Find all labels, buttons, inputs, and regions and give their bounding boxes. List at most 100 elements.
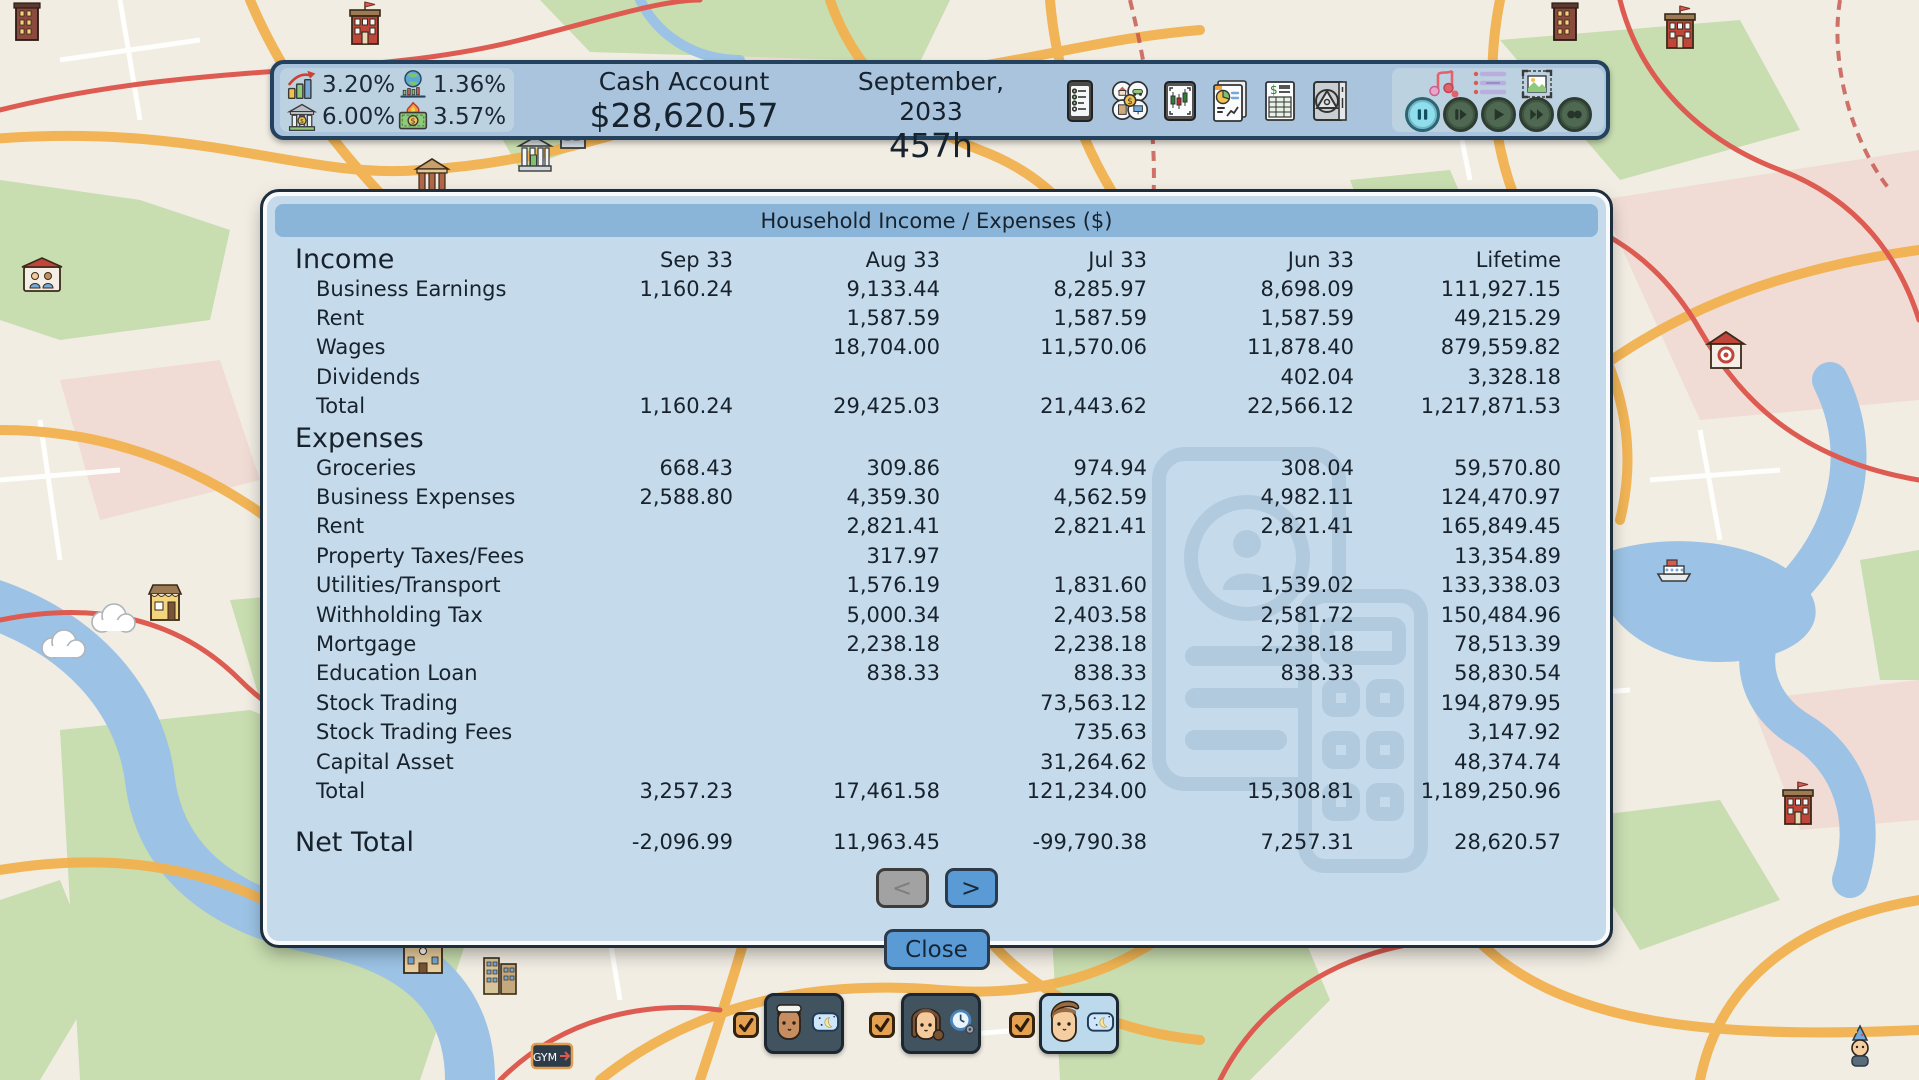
infinite-play-button[interactable] (1557, 97, 1592, 132)
row-value: 58,830.54 (1354, 661, 1561, 685)
row-label: Mortgage (295, 632, 526, 656)
row-value: 8,698.09 (1147, 277, 1354, 301)
row-value: 31,264.62 (940, 750, 1147, 774)
table-row: Property Taxes/Fees317.9713,354.89 (295, 541, 1561, 570)
table-row: Stock Trading Fees735.633,147.92 (295, 717, 1561, 746)
section-header: Income (295, 246, 526, 274)
row-value: 308.04 (1147, 456, 1354, 480)
row-label: Business Expenses (295, 485, 526, 509)
todo-phone-icon[interactable] (1058, 77, 1102, 125)
row-value: 15,308.81 (1147, 779, 1354, 803)
play-button[interactable] (1481, 97, 1516, 132)
row-label: Rent (295, 306, 526, 330)
column-header (526, 451, 733, 453)
fast-forward-button[interactable] (1519, 97, 1554, 132)
poi-community-icon[interactable] (20, 255, 64, 295)
row-value: 838.33 (940, 661, 1147, 685)
row-value: 111,927.15 (1354, 277, 1561, 301)
column-header (733, 451, 940, 453)
poi-shop-icon[interactable] (1705, 328, 1747, 372)
next-page-button[interactable]: > (945, 868, 998, 908)
column-header: Jul 33 (940, 249, 1147, 274)
poi-ship-icon[interactable] (1650, 548, 1698, 588)
character-card[interactable] (901, 993, 981, 1054)
market-stats-panel: 3.20%1.36%$6.00%$3.57% (280, 68, 514, 132)
row-value: 2,238.18 (1147, 632, 1354, 656)
playlist-icon[interactable] (1471, 68, 1509, 100)
table-row: Dividends402.043,328.18 (295, 362, 1561, 391)
poi-store-icon[interactable] (145, 580, 185, 624)
poi-cloud-icon[interactable] (36, 628, 90, 662)
nav-icon-row: $$ (1058, 68, 1370, 134)
row-value: 1,160.24 (526, 277, 733, 301)
character-card[interactable] (1039, 993, 1119, 1054)
row-value: 1,217,871.53 (1354, 394, 1561, 418)
young-man-portrait (1044, 999, 1084, 1049)
character-card[interactable] (764, 993, 844, 1054)
poi-building-icon[interactable] (10, 0, 44, 42)
row-value: 2,821.41 (940, 514, 1147, 538)
stat-value: 6.00% (322, 104, 395, 130)
hours-remaining: 457h (826, 127, 1036, 165)
net-total-label: Net Total (295, 827, 526, 858)
character-checkbox[interactable] (869, 1012, 895, 1038)
table-row: Education Loan838.33838.33838.3358,830.5… (295, 659, 1561, 688)
row-value: 2,821.41 (1147, 514, 1354, 538)
row-value: 150,484.96 (1354, 603, 1561, 627)
assets-icon[interactable]: $ (1108, 77, 1152, 125)
row-value: 1,539.02 (1147, 573, 1354, 597)
income-expenses-table: IncomeSep 33Aug 33Jul 33Jun 33LifetimeBu… (295, 242, 1561, 859)
poi-party-icon[interactable] (1842, 1024, 1878, 1068)
row-value: 2,588.80 (526, 485, 733, 509)
close-button[interactable]: Close (884, 929, 990, 970)
table-row: Groceries668.43309.86974.94308.0459,570.… (295, 453, 1561, 482)
income-expenses-dialog: Household Income / Expenses ($) IncomeSe… (263, 192, 1610, 945)
poi-cloud-icon[interactable] (86, 602, 140, 636)
pause-button[interactable] (1405, 97, 1440, 132)
almanac-icon[interactable] (1308, 77, 1352, 125)
poi-hotel-icon[interactable] (345, 0, 385, 48)
row-value: 121,234.00 (940, 779, 1147, 803)
screenshot-icon[interactable] (1518, 68, 1556, 100)
row-label: Stock Trading (295, 691, 526, 715)
table-row: Withholding Tax5,000.342,403.582,581.721… (295, 600, 1561, 629)
svg-text:GYM: GYM (533, 1051, 557, 1064)
dialog-title: Household Income / Expenses ($) (275, 204, 1598, 237)
music-icon[interactable] (1424, 68, 1462, 100)
svg-text:$: $ (410, 117, 415, 126)
row-value: 4,982.11 (1147, 485, 1354, 509)
prev-page-button[interactable]: < (876, 868, 929, 908)
bills-icon[interactable]: $ (1258, 77, 1302, 125)
table-row: Mortgage2,238.182,238.182,238.1878,513.3… (295, 629, 1561, 658)
poi-hotel-icon[interactable] (1778, 780, 1818, 828)
row-value: 124,470.97 (1354, 485, 1561, 509)
cash-account-value: $28,620.57 (582, 97, 786, 135)
media-panel (1392, 68, 1604, 132)
stat-item: $6.00% (286, 101, 397, 133)
row-value: 1,587.59 (733, 306, 940, 330)
row-label: Withholding Tax (295, 603, 526, 627)
poi-building-icon[interactable] (1548, 0, 1582, 42)
column-header: Aug 33 (733, 249, 940, 274)
row-label: Wages (295, 335, 526, 359)
stat-value: 3.20% (322, 72, 395, 98)
table-row: Stock Trading73,563.12194,879.95 (295, 688, 1561, 717)
row-value: 838.33 (1147, 661, 1354, 685)
row-label: Dividends (295, 365, 526, 389)
poi-hotel-icon[interactable] (1660, 4, 1700, 52)
character-checkbox[interactable] (733, 1012, 759, 1038)
stock-market-icon[interactable] (1158, 77, 1202, 125)
report-icon[interactable] (1208, 77, 1252, 125)
stat-item: 1.36% (397, 69, 508, 101)
table-row: Business Expenses2,588.804,359.304,562.5… (295, 482, 1561, 511)
row-label: Property Taxes/Fees (295, 544, 526, 568)
play-pause-button[interactable] (1443, 97, 1478, 132)
column-header: Sep 33 (526, 249, 733, 274)
table-row: Business Earnings1,160.249,133.448,285.9… (295, 274, 1561, 303)
poi-gym-icon[interactable]: GYM (530, 1042, 574, 1072)
poi-apartments-icon[interactable] (480, 950, 520, 996)
bank-icon: $ (286, 101, 318, 133)
table-row: Net Total-2,096.9911,963.45-99,790.387,2… (295, 826, 1561, 859)
row-label: Groceries (295, 456, 526, 480)
character-checkbox[interactable] (1009, 1012, 1035, 1038)
